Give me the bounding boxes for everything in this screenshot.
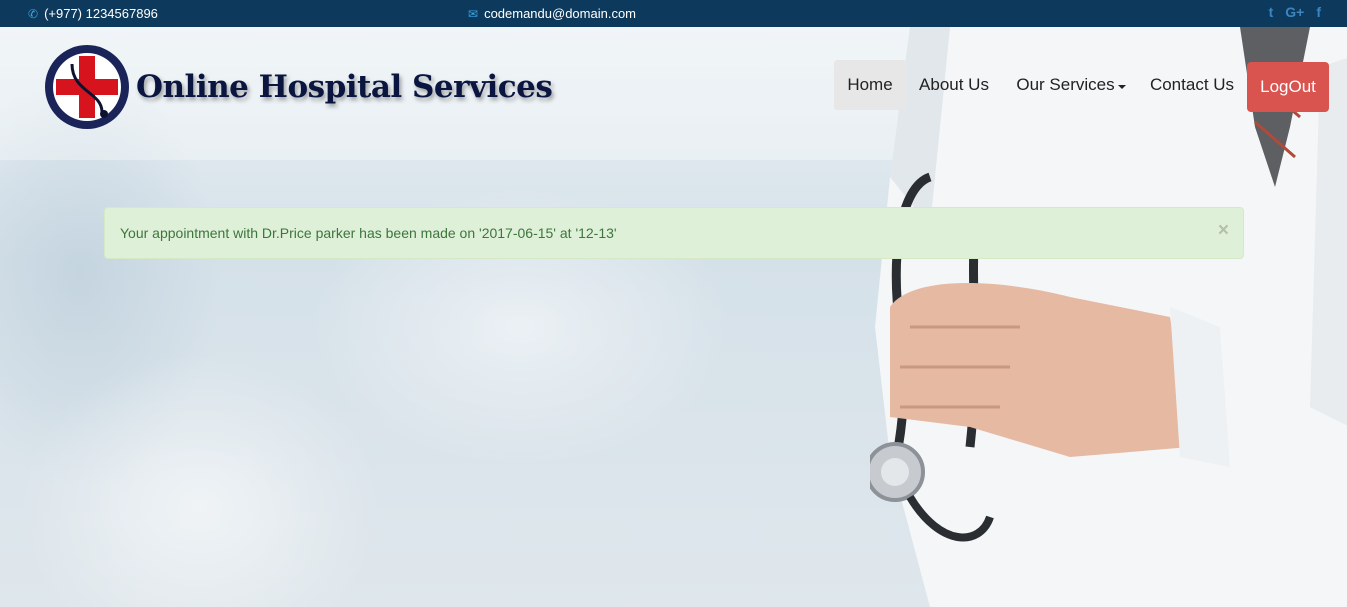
- nav-home[interactable]: Home: [834, 60, 906, 110]
- phone-number: (+977) 1234567896: [44, 6, 158, 21]
- phone-icon: ✆: [28, 6, 39, 21]
- email-address: codemandu@domain.com: [484, 6, 637, 21]
- alert-message: Your appointment with Dr.Price parker ha…: [120, 225, 617, 241]
- email-contact: ✉ codemandu@domain.com: [468, 6, 636, 21]
- caret-down-icon: [1117, 84, 1126, 89]
- doctor-image: [870, 27, 1347, 607]
- facebook-icon[interactable]: f: [1316, 4, 1321, 20]
- phone-contact: ✆ (+977) 1234567896: [28, 6, 158, 21]
- top-info-bar: ✆ (+977) 1234567896 ✉ codemandu@domain.c…: [0, 0, 1347, 27]
- google-plus-icon[interactable]: G+: [1285, 4, 1304, 20]
- nav-about-us[interactable]: About Us: [908, 60, 1000, 110]
- main-nav: Home About Us Our Services Contact Us Lo…: [0, 60, 1347, 112]
- nav-contact-us[interactable]: Contact Us: [1140, 60, 1244, 110]
- nav-home-label: Home: [847, 75, 893, 94]
- nav-our-services-dropdown[interactable]: Our Services: [1008, 60, 1134, 110]
- nav-about-label: About Us: [919, 75, 989, 94]
- twitter-icon[interactable]: t: [1269, 4, 1274, 20]
- logout-button[interactable]: LogOut: [1247, 62, 1329, 112]
- nav-contact-label: Contact Us: [1149, 75, 1235, 94]
- hero-background: Online Hospital Services Home About Us O…: [0, 27, 1347, 607]
- social-links: t G+ f: [1269, 4, 1321, 20]
- nav-services-label: Our Services: [1016, 75, 1115, 94]
- envelope-icon: ✉: [468, 6, 479, 21]
- close-icon[interactable]: ×: [1218, 221, 1229, 240]
- success-alert: Your appointment with Dr.Price parker ha…: [104, 207, 1244, 259]
